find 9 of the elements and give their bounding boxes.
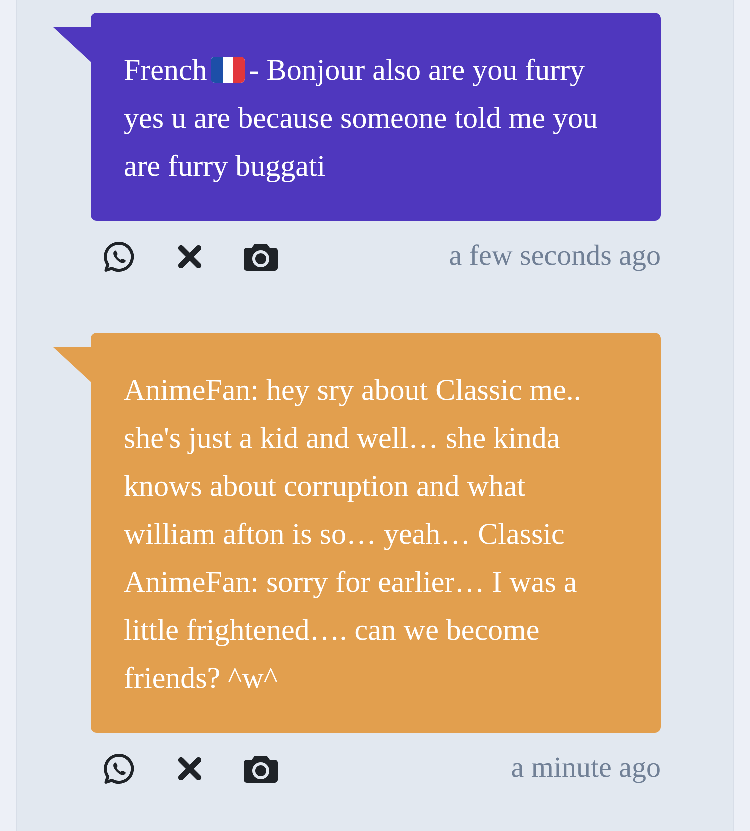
- chat-icon[interactable]: [101, 751, 137, 787]
- flag-icon: [211, 57, 246, 83]
- chat-icon[interactable]: [101, 239, 137, 275]
- message-text: AnimeFan: hey sry about Classic me.. she's just a kid and well… she kinda knows about corruption and what william afton is so… yeah… Classic AnimeFan: sorry for earlier… I was a little frightened…. can we become friends? ^w^: [124, 373, 582, 697]
- timestamp: a few seconds ago: [449, 239, 661, 274]
- timestamp: a minute ago: [511, 751, 661, 786]
- camera-icon[interactable]: [243, 241, 279, 273]
- message-text: French - Bonjour also are you furry yes u are because someone told me you are furry buggati: [124, 53, 600, 185]
- camera-icon[interactable]: [243, 753, 279, 785]
